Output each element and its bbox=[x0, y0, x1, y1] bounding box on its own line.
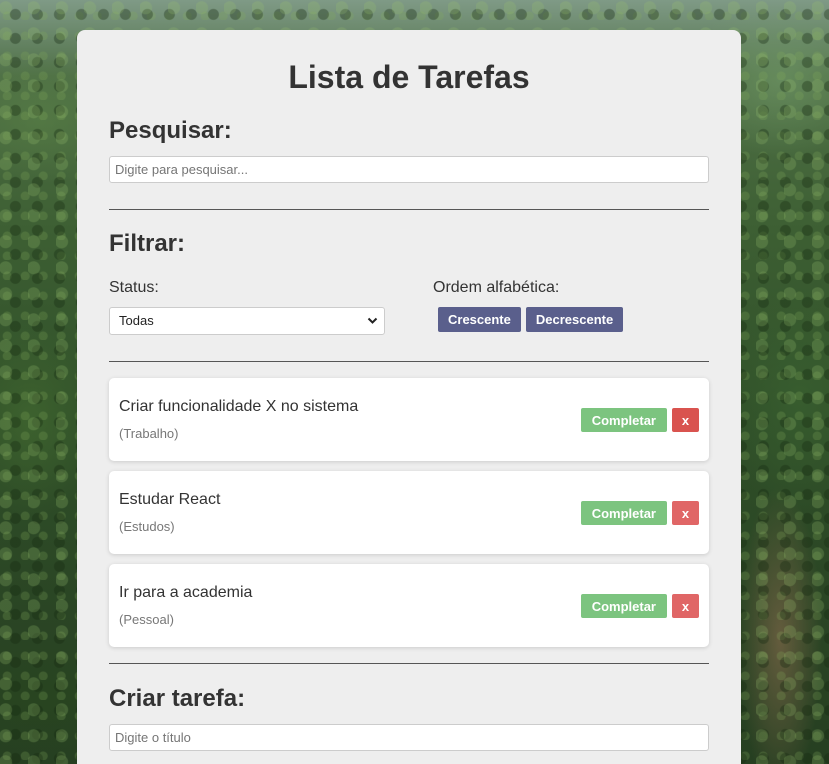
task-item: Criar funcionalidade X no sistema (Traba… bbox=[109, 378, 709, 461]
delete-task-button[interactable]: x bbox=[672, 501, 699, 525]
task-actions: Completar x bbox=[580, 408, 699, 432]
divider bbox=[109, 663, 709, 664]
order-buttons: Crescente Decrescente bbox=[433, 307, 624, 332]
search-heading: Pesquisar: bbox=[109, 117, 232, 144]
filter-section: Filtrar: Status: Todas Ordem alfabética:… bbox=[109, 230, 709, 335]
task-actions: Completar x bbox=[580, 501, 699, 525]
status-select-value: Todas bbox=[119, 313, 154, 328]
search-section: Pesquisar: bbox=[109, 117, 709, 183]
complete-task-button[interactable]: Completar bbox=[580, 594, 667, 618]
create-task-section: Criar tarefa: bbox=[109, 663, 709, 751]
sort-ascending-button[interactable]: Crescente bbox=[438, 307, 521, 332]
divider bbox=[109, 361, 709, 362]
search-input[interactable] bbox=[109, 156, 709, 183]
todo-app-panel: Lista de Tarefas Pesquisar: Filtrar: Sta… bbox=[77, 30, 741, 764]
order-filter: Ordem alfabética: Crescente Decrescente bbox=[433, 279, 624, 335]
task-title-input[interactable] bbox=[109, 724, 709, 751]
create-task-heading: Criar tarefa: bbox=[109, 685, 246, 712]
task-item: Estudar React (Estudos) Completar x bbox=[109, 471, 709, 554]
page-title: Lista de Tarefas bbox=[288, 59, 530, 95]
filter-row: Status: Todas Ordem alfabética: Crescent… bbox=[109, 279, 709, 335]
delete-task-button[interactable]: x bbox=[672, 594, 699, 618]
filter-heading: Filtrar: bbox=[109, 230, 186, 257]
complete-task-button[interactable]: Completar bbox=[580, 501, 667, 525]
order-label: Ordem alfabética: bbox=[433, 279, 560, 296]
complete-task-button[interactable]: Completar bbox=[580, 408, 667, 432]
chevron-down-icon bbox=[367, 308, 378, 343]
status-label: Status: bbox=[109, 279, 159, 296]
delete-task-button[interactable]: x bbox=[672, 408, 699, 432]
task-list: Criar funcionalidade X no sistema (Traba… bbox=[109, 378, 709, 647]
sort-descending-button[interactable]: Decrescente bbox=[525, 307, 624, 332]
status-select[interactable]: Todas bbox=[109, 307, 385, 335]
status-filter: Status: Todas bbox=[109, 279, 433, 335]
task-item: Ir para a academia (Pessoal) Completar x bbox=[109, 564, 709, 647]
task-actions: Completar x bbox=[580, 594, 699, 618]
divider bbox=[109, 209, 709, 210]
